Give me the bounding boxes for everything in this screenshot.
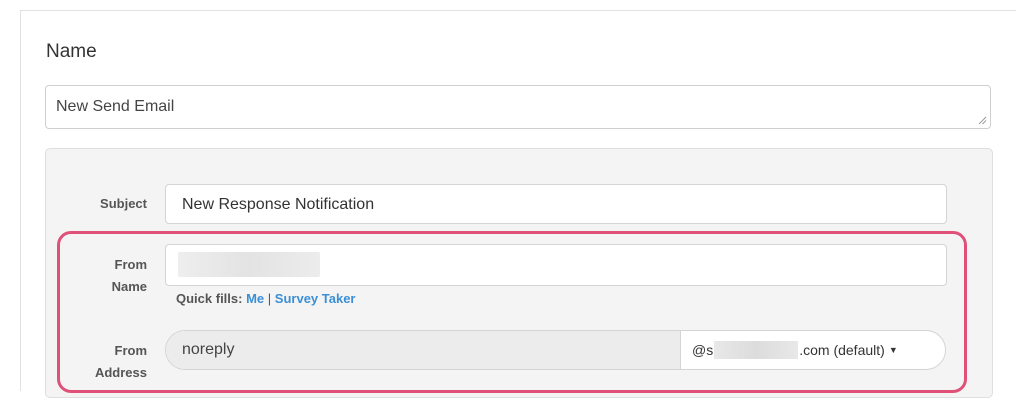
name-textarea[interactable]: New Send Email: [45, 85, 991, 129]
name-textarea-value: New Send Email: [56, 98, 175, 115]
subject-input[interactable]: New Response Notification: [165, 184, 947, 224]
resize-grip-icon[interactable]: [978, 116, 987, 125]
from-address-label-line2: Address: [94, 365, 147, 380]
quick-fill-survey-taker-link[interactable]: Survey Taker: [275, 291, 356, 306]
name-heading: Name: [46, 41, 97, 62]
from-name-label-line1: From: [114, 257, 148, 272]
from-address-domain-dropdown[interactable]: @s .com (default) ▼: [681, 331, 945, 369]
from-name-label-line2: Name: [111, 279, 147, 294]
quick-fill-me-link[interactable]: Me: [246, 291, 264, 306]
from-address-local-input[interactable]: noreply: [166, 331, 681, 369]
redacted-domain: [714, 341, 799, 359]
quick-fills-label: Quick fills:: [176, 291, 243, 306]
domain-prefix: @s: [692, 342, 714, 358]
from-address-group: noreply @s .com (default) ▼: [165, 330, 946, 370]
subject-input-value: New Response Notification: [182, 196, 375, 213]
quick-fills-separator: |: [267, 291, 272, 306]
from-address-local-value: noreply: [182, 341, 235, 358]
quick-fills: Quick fills: Me | Survey Taker: [176, 291, 356, 306]
from-address-label-line1: From: [114, 343, 148, 358]
domain-suffix: .com (default): [799, 342, 885, 358]
redacted-from-name: [178, 252, 320, 277]
subject-label: Subject: [100, 196, 147, 211]
caret-down-icon: ▼: [888, 345, 898, 355]
